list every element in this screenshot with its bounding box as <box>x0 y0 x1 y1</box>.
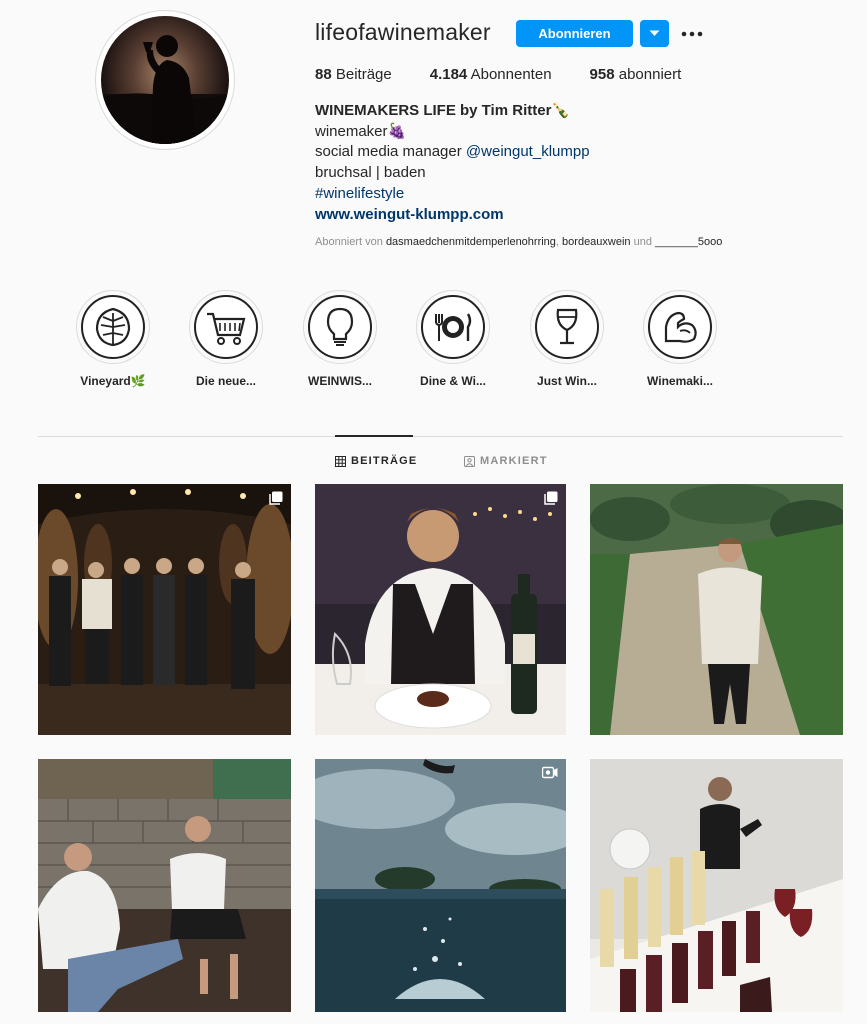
posts-count: 88 Beiträge <box>315 66 392 83</box>
highlight-ring <box>416 290 490 364</box>
following-count[interactable]: 958 abonniert <box>590 66 682 83</box>
followed-by-text: Abonniert von dasmaedchenmitdemperlenohr… <box>315 236 722 248</box>
highlight-cover <box>648 295 712 359</box>
followed-by-user-link[interactable]: _______5ooo <box>655 236 722 248</box>
tab-posts[interactable]: BEITRÄGE <box>335 455 417 467</box>
tagged-user-icon <box>464 455 475 467</box>
post-dinner-wine[interactable] <box>315 484 566 735</box>
plate-cutlery-icon <box>435 313 472 341</box>
bio-hashtag-link[interactable]: #winelifestyle <box>315 184 590 205</box>
tabs-divider <box>38 436 843 437</box>
following-count-value: 958 <box>589 66 615 83</box>
post-pool-splash[interactable] <box>315 759 566 1012</box>
highlight-vineyard[interactable]: Vineyard🌿 <box>75 290 151 388</box>
highlight-ring <box>189 290 263 364</box>
avatar-image <box>101 16 229 144</box>
post-image <box>590 484 843 735</box>
more-dots-icon <box>681 31 703 37</box>
highlight-label: WEINWIS... <box>308 374 372 388</box>
flexed-arm-icon <box>664 311 697 343</box>
posts-count-value: 88 <box>315 66 332 83</box>
lightbulb-icon <box>326 307 354 346</box>
highlight-ring <box>76 290 150 364</box>
followed-by-prefix: Abonniert von <box>315 236 386 248</box>
highlight-label: Die neue... <box>195 374 257 388</box>
bio-mention-link[interactable]: @weingut_klumpp <box>466 143 590 160</box>
post-cellar-group[interactable] <box>38 484 291 735</box>
highlight-ring <box>530 290 604 364</box>
highlight-label: Winemaki... <box>647 374 713 388</box>
video-icon <box>542 766 558 779</box>
followed-by-and: und <box>630 236 656 248</box>
following-count-label: abonniert <box>614 66 682 83</box>
carousel-icon <box>269 491 283 505</box>
post-image <box>38 759 291 1012</box>
highlight-winemaking[interactable]: Winemaki... <box>642 290 718 388</box>
profile-page: lifeofawinemaker Abonnieren 88 Beiträge … <box>0 0 867 1024</box>
post-image <box>590 759 843 1012</box>
highlight-ring <box>643 290 717 364</box>
highlight-just-wine[interactable]: Just Win... <box>529 290 605 388</box>
wine-glass-icon <box>556 308 578 345</box>
highlight-label: Vineyard🌿 <box>80 374 146 388</box>
more-options-button[interactable] <box>680 22 704 46</box>
carousel-icon <box>544 491 558 505</box>
profile-full-name: WINEMAKERS LIFE by Tim Ritter🍾 <box>315 102 571 119</box>
post-terrace-friends[interactable] <box>38 759 291 1012</box>
followed-by-user-link[interactable]: bordeauxwein <box>562 236 631 248</box>
chevron-down-icon <box>649 30 660 36</box>
tab-tagged-label: MARKIERT <box>480 455 548 467</box>
profile-stats: 88 Beiträge 4.184 Abonnenten 958 abonnie… <box>315 66 719 83</box>
highlight-cover <box>194 295 258 359</box>
follow-button[interactable]: Abonnieren <box>516 20 633 47</box>
avatar[interactable] <box>95 10 235 150</box>
profile-website-link[interactable]: www.weingut-klumpp.com <box>315 205 590 226</box>
followers-count[interactable]: 4.184 Abonnenten <box>430 66 552 83</box>
suggested-accounts-button[interactable] <box>640 20 669 47</box>
highlight-cover <box>535 295 599 359</box>
highlight-weinwissen[interactable]: WEINWIS... <box>302 290 378 388</box>
tab-tagged[interactable]: MARKIERT <box>464 455 548 467</box>
bio-text: social media manager <box>315 143 466 161</box>
highlight-cover <box>421 295 485 359</box>
grid-icon <box>335 455 346 467</box>
post-vineyard-path[interactable] <box>590 484 843 735</box>
highlight-label: Dine & Wi... <box>420 374 486 388</box>
highlight-die-neue[interactable]: Die neue... <box>188 290 264 388</box>
post-image <box>315 484 566 735</box>
post-image <box>38 484 291 735</box>
highlight-cover <box>308 295 372 359</box>
tab-posts-label: BEITRÄGE <box>351 455 418 467</box>
active-tab-indicator <box>335 435 413 437</box>
highlight-dine-wine[interactable]: Dine & Wi... <box>415 290 491 388</box>
followed-by-user-link[interactable]: dasmaedchenmitdemperlenohrring <box>386 236 556 248</box>
profile-bio: WINEMAKERS LIFE by Tim Ritter🍾 winemaker… <box>315 101 590 225</box>
shopping-cart-icon <box>207 312 246 345</box>
bio-line: winemaker🍇 <box>315 122 407 140</box>
highlight-ring <box>303 290 377 364</box>
highlight-label: Just Win... <box>537 374 597 388</box>
followers-count-value: 4.184 <box>429 66 468 83</box>
bio-line: bruchsal | baden <box>315 164 426 182</box>
posts-count-label: Beiträge <box>331 66 392 83</box>
post-image <box>315 759 566 1012</box>
followers-count-label: Abonnenten <box>467 66 552 83</box>
profile-username: lifeofawinemaker <box>315 19 491 45</box>
bio-line: social media manager @weingut_klumpp <box>315 142 590 163</box>
highlight-cover <box>81 295 145 359</box>
post-wine-tasting[interactable] <box>590 759 843 1012</box>
leaf-icon <box>95 307 131 347</box>
